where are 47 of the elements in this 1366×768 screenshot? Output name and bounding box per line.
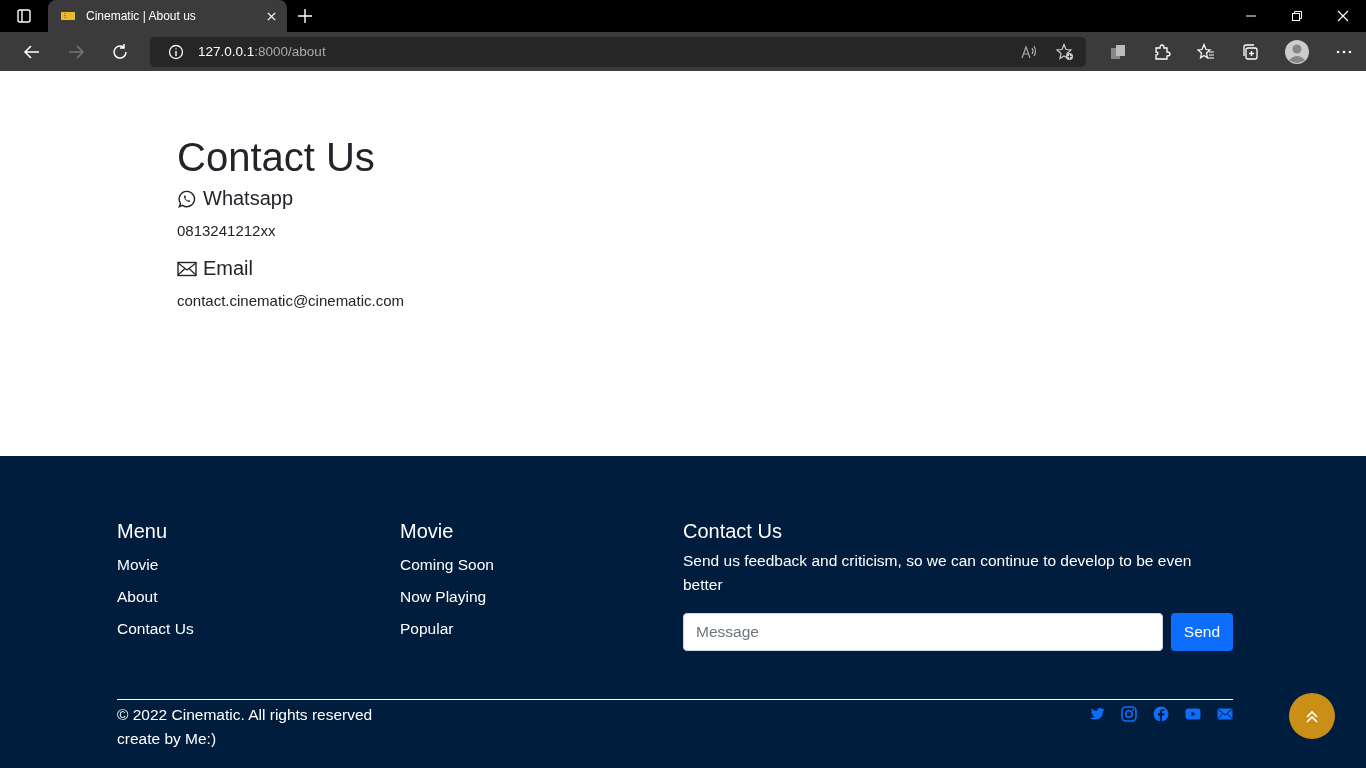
address-bar[interactable]: 127.0.0.1:8000/about [150,36,1086,67]
footer-link[interactable]: Movie [117,549,400,581]
whatsapp-icon [177,189,197,208]
footer-link[interactable]: About [117,581,400,613]
forward-icon[interactable] [67,42,85,61]
copyright-text: © 2022 Cinematic. All rights reserved [117,705,373,725]
profile-avatar-icon[interactable] [1285,39,1309,64]
new-tab-icon[interactable] [297,8,313,24]
ticket-icon [60,10,76,22]
copy-icon[interactable] [1109,42,1127,61]
facebook-icon[interactable] [1153,706,1169,722]
envelope-icon[interactable] [1217,706,1233,722]
video-play-icon[interactable] [1185,706,1201,722]
footer-link[interactable]: Popular [400,613,683,645]
instagram-icon[interactable] [1121,706,1137,722]
close-window-icon[interactable] [1337,10,1349,22]
contact-label: Email [203,257,253,280]
footer-heading: Menu [117,520,169,543]
reload-icon[interactable] [111,42,129,61]
footer-link[interactable]: Now Playing [400,581,683,613]
send-button[interactable]: Send [1170,613,1233,651]
collections-icon[interactable] [1241,42,1259,61]
favorites-icon[interactable] [1197,42,1215,61]
close-tab-icon[interactable] [266,10,277,22]
double-chevron-up-icon [1304,708,1320,724]
favorite-add-icon[interactable] [1056,42,1074,61]
tab-actions-icon[interactable] [16,8,32,24]
credit-text: create by Me:) [117,729,218,749]
contact-label: Whatsapp [203,187,294,210]
envelope-icon [177,259,197,278]
restore-icon[interactable] [1291,10,1303,22]
message-field[interactable]: Message [683,613,1163,651]
page-heading: Contact Us [177,134,376,181]
info-icon [168,43,184,60]
back-to-top-button[interactable] [1289,693,1335,739]
feedback-text: Send us feedback and criticism, so we can continue to develop to be even better [683,551,1193,595]
twitter-icon[interactable] [1089,706,1105,722]
footer-link[interactable]: Contact Us [117,613,400,645]
contact-value: contact.cinematic@cinematic.com [177,292,405,309]
browser-tab[interactable]: Cinematic | About us [48,0,287,32]
back-icon[interactable] [23,42,41,61]
footer-heading: Movie [400,520,455,543]
url-text: 127.0.0.1:8000/about [198,44,326,59]
puzzle-icon[interactable] [1153,42,1171,61]
footer-link[interactable]: Coming Soon [400,549,683,581]
footer-heading: Contact Us [683,520,783,543]
contact-value: 0813241212xx [177,222,277,239]
